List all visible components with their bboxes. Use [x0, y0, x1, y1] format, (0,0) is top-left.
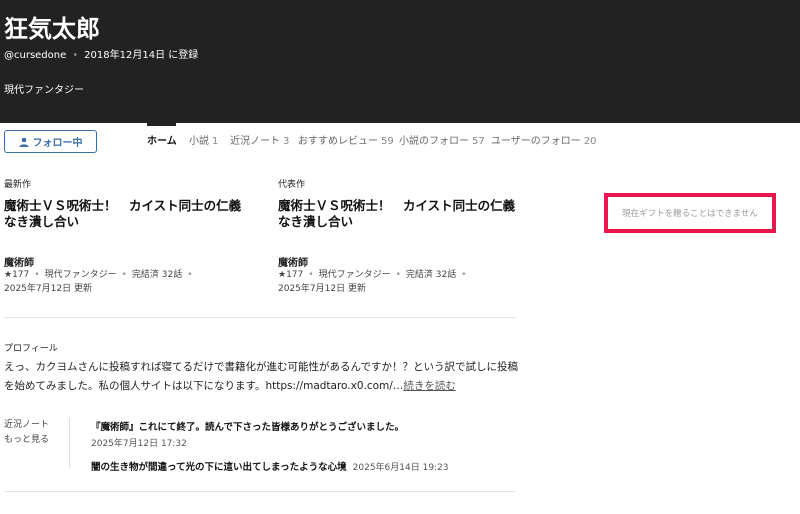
section-divider — [4, 491, 516, 492]
section-divider — [4, 317, 516, 318]
notes-divider — [69, 418, 70, 468]
featured-work-card: 代表作 魔術士ＶＳ呪術士！ カイスト同士の仁義なき潰し合い 魔術師 ★177 • 現… — [278, 180, 518, 300]
work-updated: 2025年7月12日 更新 — [278, 284, 366, 294]
latest-work-author[interactable]: 魔術師 — [4, 254, 34, 269]
note-title[interactable]: 闇の生き物が間違って光の下に這い出てしまったような心境 — [91, 462, 347, 473]
person-icon — [19, 137, 28, 147]
tab-notes[interactable]: 近況ノート 3 — [230, 136, 289, 148]
read-more-link[interactable]: 続きを読む — [403, 380, 456, 392]
tab-count: 1 — [212, 136, 219, 147]
separator-dot: • — [121, 270, 127, 280]
user-handle: @cursedone — [4, 50, 67, 61]
tab-count: 57 — [472, 136, 485, 147]
tab-novels[interactable]: 小説 1 — [189, 136, 218, 148]
notes-label: 近況ノート — [4, 420, 50, 430]
tab-count: 59 — [381, 136, 394, 147]
tab-followed-users[interactable]: ユーザーのフォロー 20 — [491, 136, 597, 148]
tab-label: おすすめレビュー — [298, 136, 378, 147]
note-item: 闇の生き物が間違って光の下に這い出てしまったような心境 2025年6月14日 19… — [91, 455, 449, 474]
featured-work-meta: ★177 • 現代ファンタジー • 完結済 32話 • 2025年7月12日 更新 — [278, 268, 518, 296]
work-stars: ★177 — [278, 270, 304, 280]
tab-reviews[interactable]: おすすめレビュー 59 — [298, 136, 394, 148]
gift-notice-box: 現在ギフトを贈ることはできません — [604, 193, 776, 233]
work-status: 完結済 32話 — [405, 270, 457, 280]
profile-label: プロフィール — [4, 344, 58, 354]
featured-work-label: 代表作 — [278, 180, 306, 190]
separator-dot: • — [461, 270, 467, 280]
tab-label: ユーザーのフォロー — [491, 136, 581, 147]
latest-work-card: 最新作 魔術士ＶＳ呪術士！ カイスト同士の仁義なき潰し合い 魔術師 ★177 • 現… — [4, 180, 244, 300]
notes-more-link[interactable]: もっと見る — [4, 432, 49, 445]
follow-button[interactable]: フォロー中 — [4, 130, 97, 153]
note-date: 2025年6月14日 19:23 — [352, 463, 449, 473]
latest-work-meta: ★177 • 現代ファンタジー • 完結済 32話 • 2025年7月12日 更新 — [4, 268, 244, 296]
tab-bar: フォロー中 ホーム 小説 1 近況ノート 3 おすすめレビュー 59 小説のフォロー 5… — [0, 123, 800, 163]
tab-followed-novels[interactable]: 小説のフォロー 57 — [399, 136, 485, 148]
follow-button-label: フォロー中 — [32, 138, 83, 149]
separator-dot: • — [72, 50, 79, 61]
user-name: 狂気太郎 — [4, 15, 100, 43]
profile-text: えっ、カクヨムさんに投稿すれば寝てるだけで書籍化が進む可能性があるんですか！？と… — [4, 358, 519, 396]
work-updated: 2025年7月12日 更新 — [4, 284, 92, 294]
featured-work-author[interactable]: 魔術師 — [278, 254, 308, 269]
featured-work-title[interactable]: 魔術士ＶＳ呪術士！ カイスト同士の仁義なき潰し合い — [278, 198, 518, 230]
user-genre: 現代ファンタジー — [4, 85, 84, 96]
tab-label: 小説のフォロー — [399, 136, 469, 147]
latest-work-label: 最新作 — [4, 180, 32, 190]
separator-dot: • — [395, 270, 401, 280]
profile-ellipsis: … — [392, 380, 404, 392]
user-joined: 2018年12月14日 に登録 — [84, 50, 199, 61]
work-status: 完結済 32話 — [131, 270, 183, 280]
latest-work-title[interactable]: 魔術士ＶＳ呪術士！ カイスト同士の仁義なき潰し合い — [4, 198, 244, 230]
tab-label: ホーム — [147, 136, 177, 147]
note-title[interactable]: 『魔術師』これにて終了。読んで下さった皆様ありがとうございました。 — [91, 419, 404, 433]
tab-count: 20 — [583, 136, 597, 147]
gift-message: 現在ギフトを贈ることはできません — [622, 209, 758, 219]
tab-count: 3 — [283, 136, 290, 147]
note-date: 2025年7月12日 17:32 — [91, 439, 187, 449]
profile-header: 狂気太郎 @cursedone • 2018年12月14日 に登録 現代ファンタジー — [0, 0, 800, 123]
tab-home[interactable]: ホーム — [147, 136, 177, 148]
work-genre[interactable]: 現代ファンタジー — [319, 270, 391, 280]
separator-dot: • — [187, 270, 193, 280]
separator-dot: • — [34, 270, 40, 280]
work-genre[interactable]: 現代ファンタジー — [45, 270, 117, 280]
separator-dot: • — [308, 270, 314, 280]
active-tab-indicator — [147, 123, 176, 126]
tab-label: 小説 — [189, 136, 209, 147]
work-stars: ★177 — [4, 270, 30, 280]
user-meta: @cursedone • 2018年12月14日 に登録 — [4, 50, 198, 62]
tab-label: 近況ノート — [230, 136, 280, 147]
